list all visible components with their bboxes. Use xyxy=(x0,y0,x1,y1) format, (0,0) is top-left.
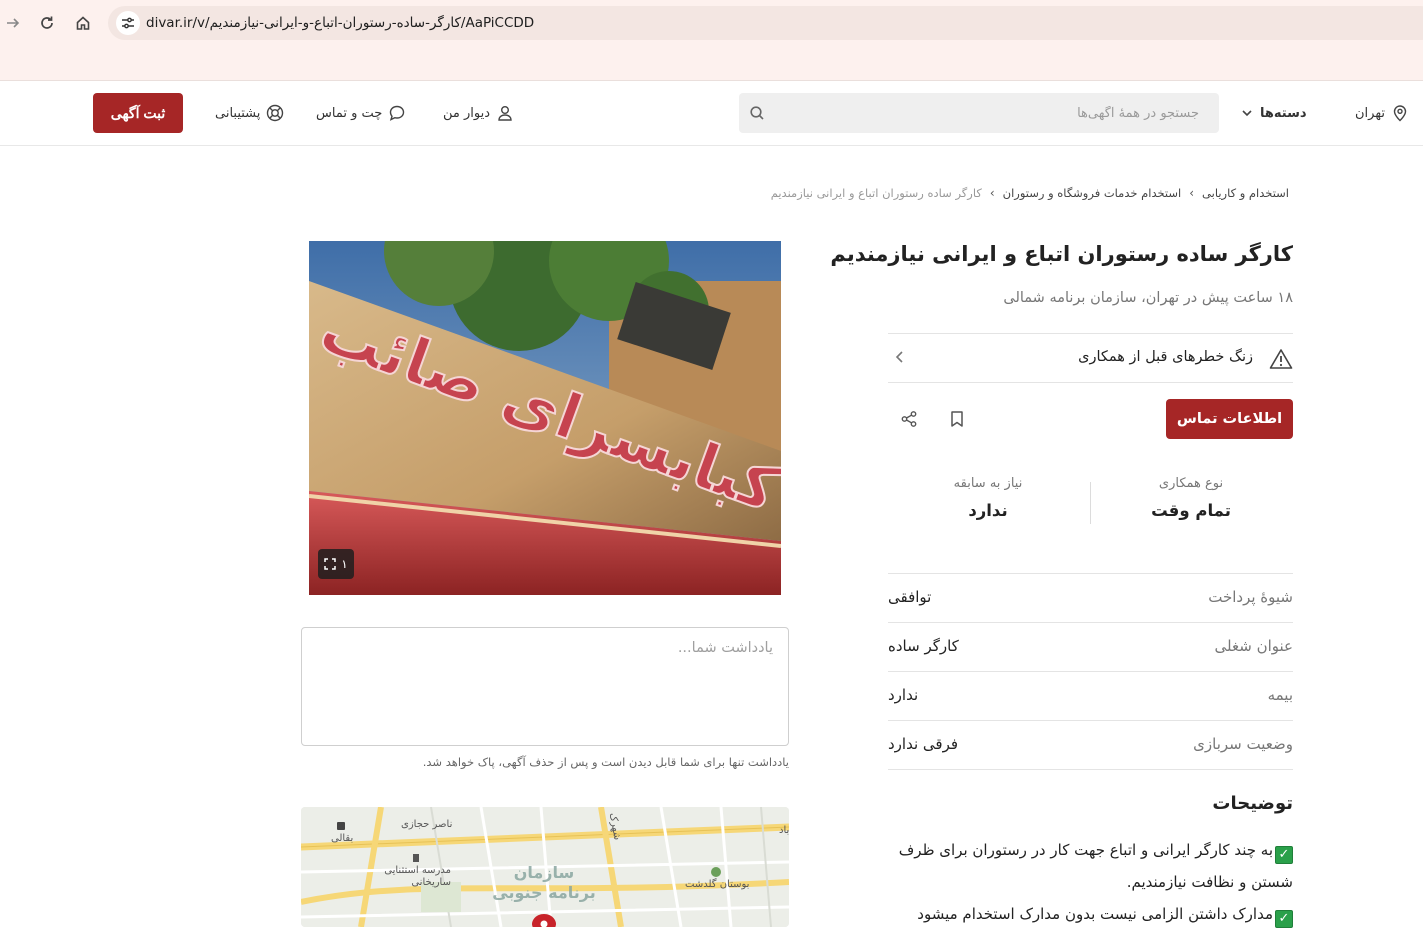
map-area-label: سازمان برنامه جنوبی xyxy=(492,863,596,902)
warning-label: زنگ خطرهای قبل از همکاری xyxy=(1078,349,1253,365)
breadcrumb-item[interactable]: استخدام خدمات فروشگاه و رستوران xyxy=(1003,186,1182,200)
city-selector[interactable]: تهران xyxy=(1355,101,1409,125)
breadcrumb: استخدام و کاریابی ‹ استخدام خدمات فروشگا… xyxy=(771,183,1289,203)
description-text: ✓به چند کارگر ایرانی و اتباع جهت کار در … xyxy=(888,834,1293,930)
attribute-key: عنوان شغلی xyxy=(1214,637,1293,655)
attribute-key: وضعیت سربازی xyxy=(1193,735,1293,753)
chat-link[interactable]: چت و تماس xyxy=(316,101,406,125)
support-label: پشتیبانی xyxy=(215,105,261,121)
fullscreen-icon xyxy=(324,558,337,570)
stat-value: ندارد xyxy=(968,501,1008,520)
my-divar-label: دیوار من xyxy=(443,105,491,121)
contact-info-button[interactable]: اطلاعات تماس xyxy=(1166,399,1293,439)
chat-label: چت و تماس xyxy=(316,105,383,121)
warning-row[interactable]: زنگ خطرهای قبل از همکاری xyxy=(888,334,1293,382)
search-box xyxy=(739,93,1219,133)
photo-count: ۱ xyxy=(341,557,348,571)
divider xyxy=(888,382,1293,383)
description-title: توضیحات xyxy=(1212,793,1293,814)
attribute-key: شیوهٔ پرداخت xyxy=(1208,588,1293,606)
note-box xyxy=(301,627,789,746)
map-label: بوستان گلدشت xyxy=(685,879,750,890)
ad-subtitle: ۱۸ ساعت پیش در تهران، سازمان برنامه شمال… xyxy=(1003,290,1293,306)
support-icon xyxy=(267,104,284,122)
browser-toolbar: divar.ir/v/کارگر-ساده-رستوران-اتباع-و-ای… xyxy=(0,0,1423,81)
chevron-left-icon: ‹ xyxy=(989,186,995,200)
categories-button[interactable]: دسته‌ها xyxy=(1240,101,1307,125)
description-line: ✓به چند کارگر ایرانی و اتباع جهت کار در … xyxy=(888,834,1293,898)
description-line-text: مدارک داشتن الزامی نیست بدون مدارک استخد… xyxy=(917,905,1273,923)
post-ad-button[interactable]: ثبت آگهی xyxy=(93,93,183,133)
attribute-row: وضعیت سربازی فرقی ندارد xyxy=(888,721,1293,770)
url-path: کارگر-ساده-رستوران-اتباع-و-ایرانی-نیازمن… xyxy=(209,15,535,31)
map-label: بقالی xyxy=(331,833,354,844)
attribute-value: ندارد xyxy=(888,686,919,704)
map-label: باد xyxy=(779,825,789,836)
attribute-value: کارگر ساده xyxy=(888,637,959,655)
forward-icon[interactable] xyxy=(0,10,26,36)
support-link[interactable]: پشتیبانی xyxy=(215,101,284,125)
ad-title: کارگر ساده رستوران اتباع و ایرانی نیازمن… xyxy=(830,242,1293,266)
stat-cooperation-type: نوع همکاری تمام وقت xyxy=(1091,476,1291,520)
stat-experience: نیاز به سابقه ندارد xyxy=(888,476,1088,520)
photo-image: کبابسرای صائب xyxy=(309,241,781,595)
location-map[interactable]: ناصر حجازی بقالی مدرسه استثنایی ساریخانی… xyxy=(301,807,789,927)
stat-divider xyxy=(1090,482,1091,524)
ad-photo[interactable]: کبابسرای صائب ۱ xyxy=(309,241,781,595)
site-settings-icon[interactable] xyxy=(116,11,140,35)
note-input[interactable] xyxy=(302,628,788,745)
chat-icon xyxy=(390,105,405,121)
breadcrumb-current: کارگر ساده رستوران اتباع و ایرانی نیازمن… xyxy=(770,186,982,200)
attribute-row: عنوان شغلی کارگر ساده xyxy=(888,623,1293,672)
my-divar-link[interactable]: دیوار من xyxy=(443,101,514,125)
address-bar[interactable]: divar.ir/v/کارگر-ساده-رستوران-اتباع-و-ای… xyxy=(108,6,1423,40)
stat-label: نوع همکاری xyxy=(1158,476,1224,491)
attribute-key: بیمه xyxy=(1267,686,1293,704)
share-icon[interactable] xyxy=(897,407,921,431)
chevron-left-icon: ‹ xyxy=(1189,186,1195,200)
chevron-left-icon xyxy=(895,351,903,363)
categories-label: دسته‌ها xyxy=(1260,105,1307,121)
check-mark-icon: ✓ xyxy=(1275,846,1293,864)
reload-icon[interactable] xyxy=(34,10,60,36)
stat-label: نیاز به سابقه xyxy=(953,476,1023,491)
description-line-text: به چند کارگر ایرانی و اتباع جهت کار در ر… xyxy=(898,841,1293,891)
map-label: مدرسه استثنایی ساریخانی xyxy=(384,865,451,888)
attribute-row: بیمه ندارد xyxy=(888,672,1293,721)
chevron-down-icon xyxy=(1242,110,1252,117)
warning-icon xyxy=(1269,349,1293,369)
note-hint: یادداشت تنها برای شما قابل دیدن است و پس… xyxy=(422,755,789,769)
description-line: ✓مدارک داشتن الزامی نیست بدون مدارک استخ… xyxy=(888,898,1293,930)
stat-value: تمام وقت xyxy=(1151,501,1231,520)
attribute-value: توافقی xyxy=(888,588,932,606)
url-host: divar.ir/v/ xyxy=(146,15,210,31)
home-icon[interactable] xyxy=(70,10,96,36)
bookmark-icon[interactable] xyxy=(945,407,969,431)
city-label: تهران xyxy=(1355,105,1385,121)
search-icon xyxy=(750,106,764,120)
attribute-value: فرقی ندارد xyxy=(888,735,959,753)
url-text[interactable]: divar.ir/v/کارگر-ساده-رستوران-اتباع-و-ای… xyxy=(146,6,534,40)
photo-count-badge[interactable]: ۱ xyxy=(318,549,354,579)
user-icon xyxy=(498,106,512,121)
site-header: ثبت آگهی پشتیبانی چت و تماس دیوار من دست… xyxy=(0,81,1423,146)
attribute-row: شیوهٔ پرداخت توافقی xyxy=(888,574,1293,623)
location-pin-icon xyxy=(1393,105,1407,122)
map-label: ناصر حجازی xyxy=(401,819,453,830)
check-mark-icon: ✓ xyxy=(1275,910,1293,928)
search-input[interactable] xyxy=(775,93,1209,133)
breadcrumb-item[interactable]: استخدام و کاریابی xyxy=(1202,186,1289,200)
